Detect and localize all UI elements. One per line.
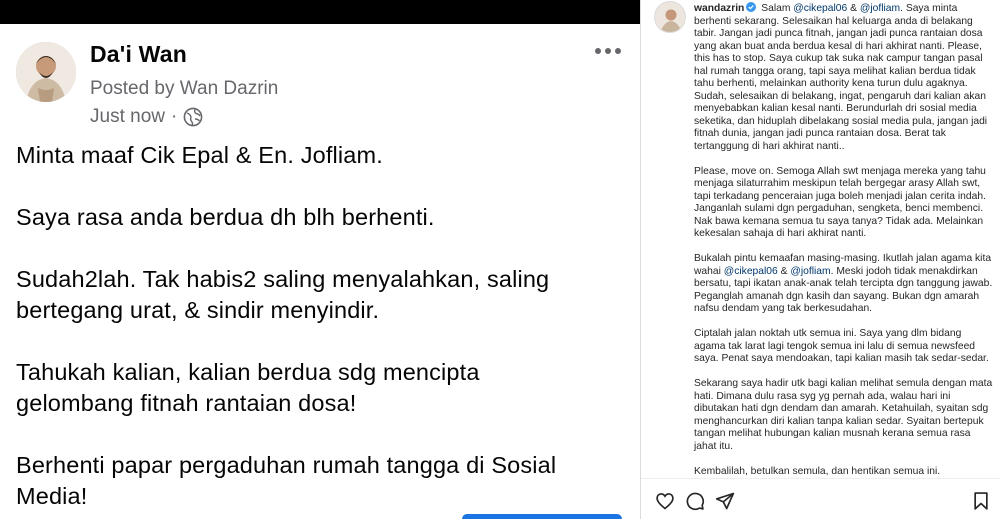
caption-paragraph: wandazrin Salam @cikepal06 & @jofliam. S… xyxy=(694,2,994,153)
bookmark-icon[interactable] xyxy=(971,491,991,511)
post-paragraph: Tahukah kalian, kalian berdua sdg mencip… xyxy=(16,359,480,416)
globe-icon xyxy=(183,107,203,127)
mention-link[interactable]: @cikepal06 xyxy=(724,266,778,277)
more-options-icon[interactable] xyxy=(595,44,629,58)
post-paragraph: Saya rasa anda berdua dh blh berhenti. xyxy=(16,204,435,230)
mention-link[interactable]: @jofliam xyxy=(860,3,900,14)
caption-paragraph: Sekarang saya hadir utk bagi kalian meli… xyxy=(694,378,993,452)
caption-text: & xyxy=(780,265,788,277)
post-paragraph: Minta maaf Cik Epal & En. Jofliam. xyxy=(16,142,383,168)
author-avatar[interactable] xyxy=(16,42,76,102)
caption-paragraph: Kembalilah, betulkan semula, dan hentika… xyxy=(694,465,941,477)
top-black-bar xyxy=(0,0,640,24)
caption-paragraph: Ciptalah jalan noktah utk semua ini. Say… xyxy=(694,328,989,364)
author-name[interactable]: Da'i Wan xyxy=(90,41,187,68)
post-caption: wandazrin Salam @cikepal06 & @jofliam. S… xyxy=(694,2,994,491)
mention-link[interactable]: @cikepal06 xyxy=(793,3,847,14)
comment-icon[interactable] xyxy=(685,491,705,511)
caption-paragraph: Bukalah pintu kemaafan masing-masing. Ik… xyxy=(694,253,994,316)
post-paragraph: Sudah2lah. Tak habis2 saling menyalahkan… xyxy=(16,266,550,323)
action-bar-divider xyxy=(641,478,1000,479)
facebook-post-image: Da'i Wan Posted by Wan Dazrin Just now ·… xyxy=(0,0,640,519)
blue-button-edge[interactable] xyxy=(462,514,622,519)
heart-icon[interactable] xyxy=(655,491,675,511)
caption-paragraph: Please, move on. Semoga Allah swt menjag… xyxy=(694,165,986,240)
instagram-caption-panel: wandazrin Salam @cikepal06 & @jofliam. S… xyxy=(641,0,1000,519)
post-body: Minta maaf Cik Epal & En. Jofliam. Saya … xyxy=(16,140,632,519)
meta-separator: · xyxy=(170,106,178,127)
mention-link[interactable]: @jofliam xyxy=(790,266,830,277)
caption-text: . Saya minta berhenti sekarang. Selesaik… xyxy=(694,3,988,152)
posted-by-label: Posted by Wan Dazrin xyxy=(90,78,279,99)
username[interactable]: wandazrin xyxy=(694,3,744,14)
post-meta: Just now · xyxy=(90,106,203,128)
caption-text: & xyxy=(850,3,858,14)
share-icon[interactable] xyxy=(715,491,735,511)
caption-text: Salam xyxy=(761,3,791,14)
post-paragraph: Berhenti papar pergaduhan rumah tangga d… xyxy=(16,452,557,509)
post-timestamp[interactable]: Just now xyxy=(90,106,165,128)
verified-badge-icon xyxy=(746,2,757,12)
user-avatar[interactable] xyxy=(654,1,686,33)
